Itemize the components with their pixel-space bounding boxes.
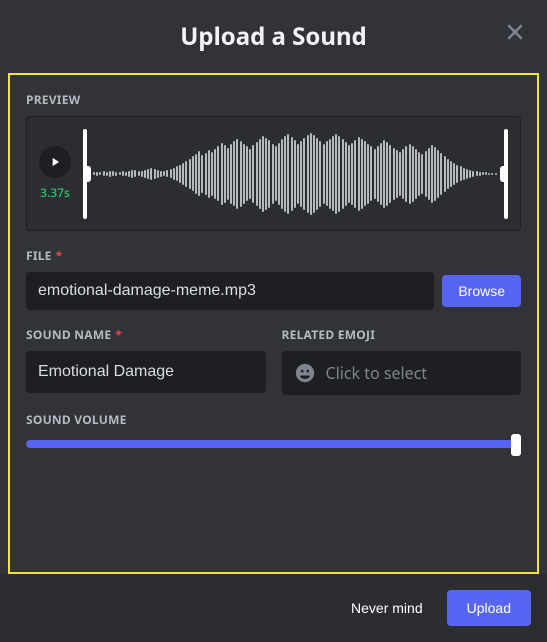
waveform-container[interactable] [83,129,508,219]
play-control: 3.37s [39,146,71,201]
modal-header: Upload a Sound [0,0,547,73]
volume-slider[interactable] [26,440,521,450]
volume-label: SOUND VOLUME [26,411,521,428]
sound-duration: 3.37s [40,184,70,201]
emoji-selector[interactable]: Click to select [282,351,522,395]
play-icon [48,155,62,169]
sound-preview: 3.37s [26,116,521,231]
play-button[interactable] [39,146,71,178]
sound-name-label: SOUND NAME* [26,326,266,343]
browse-button[interactable]: Browse [442,275,521,307]
file-row: Browse [26,272,521,310]
modal-content: PREVIEW 3.37s FILE* Browse [8,73,539,574]
close-button[interactable] [499,16,531,51]
preview-label: PREVIEW [26,91,521,108]
emoji-placeholder: Click to select [326,362,428,384]
waveform [93,129,498,219]
slider-track [26,440,521,448]
trim-handle-left[interactable] [83,129,87,219]
close-icon [503,20,527,44]
emoji-icon [294,362,316,384]
slider-thumb[interactable] [511,434,521,456]
file-label: FILE* [26,247,521,264]
emoji-label: RELATED EMOJI [282,326,522,343]
file-name-input [26,272,434,310]
trim-handle-right[interactable] [504,129,508,219]
modal-footer: Never mind Upload [0,574,547,642]
modal-title: Upload a Sound [180,20,366,53]
cancel-button[interactable]: Never mind [343,590,431,626]
sound-name-input[interactable] [26,351,266,393]
upload-sound-modal: Upload a Sound PREVIEW 3.37s [0,0,547,642]
upload-button[interactable]: Upload [447,590,531,626]
